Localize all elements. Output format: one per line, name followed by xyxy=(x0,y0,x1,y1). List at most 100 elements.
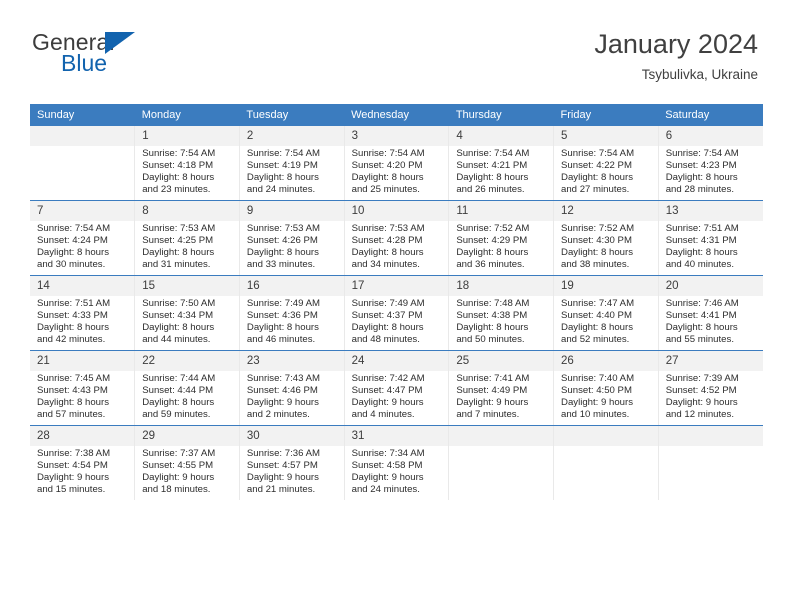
day-detail-line: Sunrise: 7:36 AM xyxy=(246,448,320,459)
day-detail-line: Daylight: 9 hours xyxy=(561,397,634,409)
day-cell-inner: 4 Sunrise: 7:54 AM Sunset: 4:21 PM Daylight… xyxy=(449,126,554,200)
calendar-day-cell[interactable]: 25 Sunrise: 7:41 AM Sunset: 4:49 PM Dayligh… xyxy=(448,350,555,426)
day-detail-line: Daylight: 8 hours xyxy=(142,247,215,259)
day-detail-line: Sunset: 4:20 PM xyxy=(351,160,423,172)
calendar-table: Sunday Monday Tuesday Wednesday Thursday Frid… xyxy=(30,104,763,500)
day-cell-inner: 23 Sunrise: 7:43 AM Sunset: 4:46 PM Dayligh… xyxy=(239,351,344,425)
day-detail-line: Sunset: 4:33 PM xyxy=(37,310,108,322)
calendar-day-cell[interactable]: 7 Sunrise: 7:54 AM Sunset: 4:24 PM Daylight… xyxy=(30,200,136,276)
calendar-day-cell[interactable]: 29 Sunrise: 7:37 AM Sunset: 4:55 PM Dayligh… xyxy=(134,425,240,500)
calendar-day-cell[interactable]: 1 Sunrise: 7:54 AM Sunset: 4:18 PM Daylight… xyxy=(134,126,240,201)
general-blue-logo[interactable]: General Blue xyxy=(32,30,192,86)
day-detail-line: Sunrise: 7:38 AM xyxy=(37,448,111,459)
day-cell-inner: 1 Sunrise: 7:54 AM Sunset: 4:18 PM Daylight… xyxy=(135,126,239,200)
calendar-day-cell[interactable]: 16 Sunrise: 7:49 AM Sunset: 4:36 PM Dayligh… xyxy=(238,275,345,351)
day-detail-lines: Sunrise: 7:39 AM Sunset: 4:52 PM Daylight:… xyxy=(659,371,763,421)
weekday-header-thursday: Thursday xyxy=(448,104,554,126)
day-detail-lines xyxy=(449,446,553,448)
day-cell-inner: 25 Sunrise: 7:41 AM Sunset: 4:49 PM Dayligh… xyxy=(449,351,554,425)
day-detail-line: Sunset: 4:37 PM xyxy=(351,310,423,322)
calendar-day-cell[interactable]: 10 Sunrise: 7:53 AM Sunset: 4:28 PM Dayligh… xyxy=(343,200,450,276)
day-detail-line: Sunset: 4:49 PM xyxy=(456,385,528,397)
calendar-day-cell[interactable]: 15 Sunrise: 7:50 AM Sunset: 4:34 PM Dayligh… xyxy=(134,275,240,351)
day-detail-line: Daylight: 8 hours xyxy=(351,322,424,334)
calendar-day-cell[interactable]: 3 Sunrise: 7:54 AM Sunset: 4:20 PM Daylight… xyxy=(343,126,450,201)
calendar-day-cell[interactable]: 23 Sunrise: 7:43 AM Sunset: 4:46 PM Dayligh… xyxy=(238,350,345,426)
calendar-day-cell[interactable]: 20 Sunrise: 7:46 AM Sunset: 4:41 PM Dayligh… xyxy=(657,275,763,351)
day-detail-line: Sunrise: 7:51 AM xyxy=(37,298,111,309)
day-detail-line: and 40 minutes. xyxy=(665,259,734,271)
calendar-day-cell[interactable]: 11 Sunrise: 7:52 AM Sunset: 4:29 PM Dayligh… xyxy=(448,200,555,276)
day-detail-line: Daylight: 8 hours xyxy=(456,322,529,334)
calendar-day-cell[interactable]: 5 Sunrise: 7:54 AM Sunset: 4:22 PM Daylight… xyxy=(553,126,659,201)
day-detail-line: Daylight: 8 hours xyxy=(142,172,215,184)
logo-word-blue: Blue xyxy=(61,50,108,76)
calendar-day-cell[interactable]: 27 Sunrise: 7:39 AM Sunset: 4:52 PM Dayligh… xyxy=(657,350,763,426)
day-detail-line: and 7 minutes. xyxy=(456,409,520,421)
day-detail-line: and 23 minutes. xyxy=(142,184,211,196)
day-cell-inner: 7 Sunrise: 7:54 AM Sunset: 4:24 PM Daylight… xyxy=(30,201,135,275)
day-detail-line: Daylight: 8 hours xyxy=(665,172,738,184)
day-detail-line: Daylight: 8 hours xyxy=(351,172,424,184)
day-detail-line: and 4 minutes. xyxy=(351,409,415,421)
day-number: 4 xyxy=(449,126,554,146)
day-number: 1 xyxy=(135,126,239,146)
day-detail-line: Sunrise: 7:46 AM xyxy=(665,298,739,309)
day-detail-line: Sunrise: 7:51 AM xyxy=(665,223,739,234)
day-detail-line: Sunset: 4:44 PM xyxy=(142,385,214,397)
calendar-day-cell[interactable]: 6 Sunrise: 7:54 AM Sunset: 4:23 PM Daylight… xyxy=(657,126,763,201)
calendar-day-cell[interactable]: 14 Sunrise: 7:51 AM Sunset: 4:33 PM Dayligh… xyxy=(30,275,136,351)
calendar-day-cell[interactable]: 24 Sunrise: 7:42 AM Sunset: 4:47 PM Dayligh… xyxy=(343,350,450,426)
calendar-week-row: 28 Sunrise: 7:38 AM Sunset: 4:54 PM Dayligh… xyxy=(30,425,763,500)
day-number: 2 xyxy=(239,126,344,146)
calendar-day-cell[interactable]: 12 Sunrise: 7:52 AM Sunset: 4:30 PM Dayligh… xyxy=(553,200,659,276)
day-detail-lines: Sunrise: 7:42 AM Sunset: 4:47 PM Daylight:… xyxy=(345,371,449,421)
day-detail-lines xyxy=(659,446,763,448)
day-cell-inner: 28 Sunrise: 7:38 AM Sunset: 4:54 PM Dayligh… xyxy=(30,426,135,500)
calendar-day-cell[interactable]: 28 Sunrise: 7:38 AM Sunset: 4:54 PM Dayligh… xyxy=(30,425,136,500)
calendar-day-cell[interactable]: 2 Sunrise: 7:54 AM Sunset: 4:19 PM Daylight… xyxy=(238,126,345,201)
day-detail-line: and 31 minutes. xyxy=(142,259,211,271)
day-detail-line: Daylight: 9 hours xyxy=(246,397,319,409)
day-detail-line: and 30 minutes. xyxy=(37,259,106,271)
calendar-day-cell[interactable]: 9 Sunrise: 7:53 AM Sunset: 4:26 PM Daylight… xyxy=(238,200,345,276)
day-cell-inner: 24 Sunrise: 7:42 AM Sunset: 4:47 PM Dayligh… xyxy=(344,351,449,425)
calendar-day-cell[interactable]: 31 Sunrise: 7:34 AM Sunset: 4:58 PM Dayligh… xyxy=(343,425,450,500)
calendar-day-cell[interactable]: 13 Sunrise: 7:51 AM Sunset: 4:31 PM Dayligh… xyxy=(657,200,763,276)
calendar-day-cell[interactable]: 26 Sunrise: 7:40 AM Sunset: 4:50 PM Dayligh… xyxy=(553,350,659,426)
day-number: 9 xyxy=(239,201,344,221)
calendar-week-row: 7 Sunrise: 7:54 AM Sunset: 4:24 PM Daylight… xyxy=(30,200,763,276)
day-detail-lines: Sunrise: 7:54 AM Sunset: 4:18 PM Daylight:… xyxy=(135,146,239,196)
day-number: 22 xyxy=(135,351,239,371)
calendar-day-cell[interactable]: 30 Sunrise: 7:36 AM Sunset: 4:57 PM Dayligh… xyxy=(238,425,345,500)
day-number: 18 xyxy=(449,276,554,296)
day-detail-line: Sunset: 4:52 PM xyxy=(665,385,737,397)
calendar-day-cell[interactable]: 18 Sunrise: 7:48 AM Sunset: 4:38 PM Dayligh… xyxy=(448,275,555,351)
day-detail-line: Daylight: 8 hours xyxy=(142,322,215,334)
day-detail-lines: Sunrise: 7:51 AM Sunset: 4:33 PM Daylight:… xyxy=(30,296,134,346)
day-detail-line: Sunrise: 7:41 AM xyxy=(456,373,530,384)
triangle-icon xyxy=(105,32,135,54)
page-title: January 2024 xyxy=(594,29,758,59)
calendar-day-cell[interactable]: 17 Sunrise: 7:49 AM Sunset: 4:37 PM Dayligh… xyxy=(343,275,450,351)
day-number: 17 xyxy=(344,276,449,296)
day-cell-inner: 17 Sunrise: 7:49 AM Sunset: 4:37 PM Dayligh… xyxy=(344,276,449,350)
day-cell-inner: 19 Sunrise: 7:47 AM Sunset: 4:40 PM Dayligh… xyxy=(554,276,658,350)
day-number: 29 xyxy=(135,426,239,446)
day-number: 5 xyxy=(554,126,658,146)
calendar-day-cell[interactable]: 21 Sunrise: 7:45 AM Sunset: 4:43 PM Dayligh… xyxy=(30,350,136,426)
day-cell-inner xyxy=(554,426,658,500)
day-cell-inner: 18 Sunrise: 7:48 AM Sunset: 4:38 PM Dayligh… xyxy=(449,276,554,350)
calendar-day-cell[interactable]: 4 Sunrise: 7:54 AM Sunset: 4:21 PM Daylight… xyxy=(448,126,555,201)
day-detail-line: Daylight: 8 hours xyxy=(351,247,424,259)
calendar-day-cell[interactable]: 22 Sunrise: 7:44 AM Sunset: 4:44 PM Dayligh… xyxy=(134,350,240,426)
day-detail-lines: Sunrise: 7:54 AM Sunset: 4:20 PM Daylight:… xyxy=(345,146,449,196)
day-detail-line: Sunset: 4:19 PM xyxy=(246,160,318,172)
day-number: 30 xyxy=(239,426,344,446)
day-cell-inner: 27 Sunrise: 7:39 AM Sunset: 4:52 PM Dayligh… xyxy=(658,351,763,425)
day-detail-line: Sunset: 4:26 PM xyxy=(246,235,318,247)
day-detail-line: Sunrise: 7:39 AM xyxy=(665,373,739,384)
day-detail-line: Sunrise: 7:54 AM xyxy=(246,148,320,159)
calendar-day-cell[interactable]: 8 Sunrise: 7:53 AM Sunset: 4:25 PM Daylight… xyxy=(134,200,240,276)
calendar-day-cell[interactable]: 19 Sunrise: 7:47 AM Sunset: 4:40 PM Dayligh… xyxy=(553,275,659,351)
